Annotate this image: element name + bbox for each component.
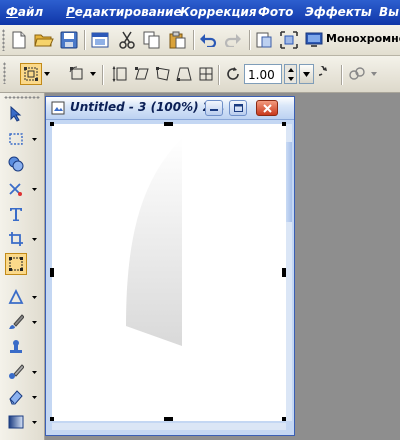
deform-preset-icon[interactable] [20, 63, 42, 85]
menu-effects[interactable]: Эффекты [305, 5, 372, 19]
clone-stamp-tool-icon[interactable] [5, 336, 27, 358]
eraser-tool-icon[interactable] [5, 386, 27, 408]
menu-photo[interactable]: Фото [258, 5, 293, 19]
menu-file[interactable]: Файл [6, 5, 43, 19]
perspective-icon[interactable] [173, 63, 195, 85]
maximize-icon[interactable] [229, 100, 247, 116]
horizontal-scrollbar[interactable] [52, 423, 286, 430]
menu-edit-accel: Р [66, 5, 75, 19]
panel-grip[interactable] [4, 96, 40, 99]
menu-effects-label: Эффекты [305, 5, 372, 19]
menu-more-label: Вы [379, 5, 399, 19]
menu-edit-label: едактирование [74, 5, 182, 19]
crop-tool-icon[interactable] [5, 228, 27, 250]
new-icon[interactable] [8, 29, 30, 51]
undo-icon[interactable] [197, 29, 219, 51]
vertical-scrollbar[interactable] [286, 124, 292, 421]
shape-selection-tool-icon[interactable] [5, 153, 27, 175]
toolbar-separator [249, 30, 250, 50]
menu-photo-label: Фото [258, 5, 294, 19]
spin-down-icon[interactable] [285, 74, 296, 83]
rotation-dropdown-button[interactable] [299, 64, 314, 84]
selection-tool-icon[interactable] [5, 128, 27, 150]
chevron-down-icon[interactable] [31, 178, 37, 200]
toolbar-separator [193, 30, 194, 50]
lasso-tool-icon[interactable] [5, 178, 27, 200]
chevron-down-icon[interactable] [31, 311, 37, 333]
distort-icon[interactable] [152, 63, 174, 85]
workspace-background [296, 93, 400, 440]
chevron-down-icon[interactable] [31, 128, 37, 150]
toolbar-separator [84, 30, 85, 50]
paste-icon[interactable] [166, 29, 188, 51]
minimize-icon[interactable] [205, 100, 223, 116]
menu-edit[interactable]: Редактирование [66, 5, 182, 19]
rotate-right-icon[interactable] [316, 63, 338, 85]
image-canvas[interactable] [50, 122, 286, 421]
menu-adjust-label: Коррекция [180, 5, 257, 19]
menu-bar: Файл Редактирование Коррекция Фото Эффек… [0, 0, 400, 25]
open-icon[interactable] [33, 29, 55, 51]
toolbar-separator [341, 65, 342, 85]
menu-file-accel: Ф [6, 5, 18, 19]
menu-file-label: айл [17, 5, 44, 19]
chevron-down-icon[interactable] [89, 63, 96, 85]
deformed-shape [126, 138, 182, 346]
toolbar-separator [218, 65, 219, 85]
monitor-icon[interactable] [303, 29, 325, 51]
deform-handle[interactable] [50, 268, 54, 277]
deform-handle[interactable] [164, 122, 173, 126]
copy-icon[interactable] [141, 29, 163, 51]
gradient-shape [126, 138, 182, 346]
toolbar-grip[interactable] [3, 62, 6, 84]
menu-adjust[interactable]: Коррекция [180, 5, 257, 19]
document-title: Untitled - 3 (100%) 2... [70, 100, 225, 114]
chevron-down-icon[interactable] [31, 361, 37, 383]
deform-handle[interactable] [50, 122, 54, 126]
pointer-tool-icon[interactable] [5, 103, 27, 125]
document-icon [51, 101, 65, 115]
chevron-down-icon[interactable] [370, 63, 377, 85]
document-window: Untitled - 3 (100%) 2... [45, 96, 295, 436]
document-titlebar[interactable]: Untitled - 3 (100%) 2... [46, 97, 294, 120]
menu-more[interactable]: Вы [379, 5, 399, 19]
redo-icon[interactable] [222, 29, 244, 51]
mode-combo[interactable]: Монохромно [326, 28, 400, 50]
deform-handle[interactable] [164, 417, 173, 421]
scale-icon[interactable] [109, 63, 131, 85]
tools-panel [0, 93, 45, 440]
chevron-down-icon[interactable] [31, 411, 37, 433]
brush-tool-icon[interactable] [5, 311, 27, 333]
scroll-thumb[interactable] [286, 142, 292, 222]
scan-icon[interactable] [253, 29, 275, 51]
chevron-down-icon[interactable] [31, 228, 37, 250]
toolbar-grip[interactable] [2, 29, 5, 51]
chevron-down-icon[interactable] [31, 386, 37, 408]
reset-deform-icon[interactable] [195, 63, 217, 85]
window-icon[interactable] [89, 29, 111, 51]
text-tool-icon[interactable] [5, 203, 27, 225]
deform-tool-icon[interactable] [5, 253, 27, 275]
deform-handle[interactable] [50, 417, 54, 421]
shape-tool-icon[interactable] [5, 286, 27, 308]
cut-icon[interactable] [116, 29, 138, 51]
rotate-left-icon[interactable] [222, 63, 244, 85]
standard-toolbar: Монохромно [0, 25, 400, 56]
apply-transform-icon[interactable] [346, 63, 368, 85]
crop-icon[interactable] [278, 29, 300, 51]
save-icon[interactable] [58, 29, 80, 51]
close-icon[interactable] [256, 100, 278, 116]
chevron-down-icon[interactable] [31, 286, 37, 308]
options-toolbar [0, 56, 400, 93]
spin-up-icon[interactable] [285, 65, 296, 74]
retouch-tool-icon[interactable] [5, 361, 27, 383]
toolbar-separator [102, 65, 103, 85]
skew-icon[interactable] [131, 63, 153, 85]
rotation-spinner[interactable] [284, 64, 297, 84]
rotation-input[interactable]: 1.00 [244, 64, 282, 84]
fill-tool-icon[interactable] [5, 411, 27, 433]
chevron-down-icon[interactable] [43, 63, 50, 85]
rotate-mode-icon[interactable] [66, 63, 88, 85]
